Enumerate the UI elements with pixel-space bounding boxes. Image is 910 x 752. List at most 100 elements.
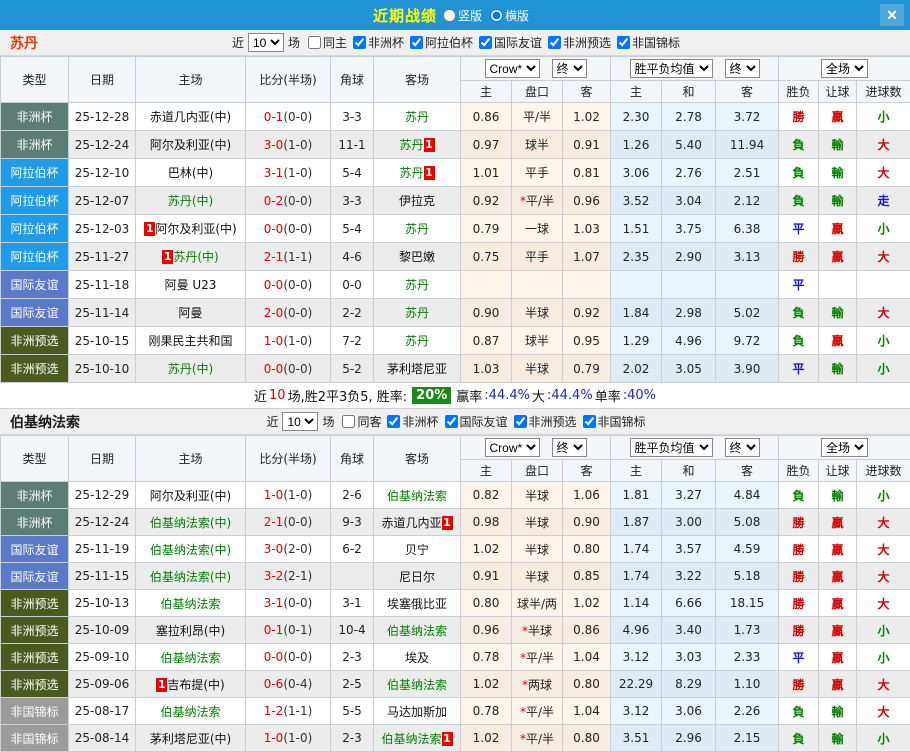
layout-radio-horizontal[interactable] <box>490 9 503 22</box>
match-count-select[interactable]: 10 <box>248 33 284 52</box>
fulltime-score: 3-2 <box>264 569 284 583</box>
handicap-result-cell: 贏 <box>819 215 857 243</box>
match-type-cell: 国际友谊 <box>1 536 69 563</box>
date-cell: 25-12-28 <box>69 103 136 131</box>
score-cell: 1-0(1-0) <box>246 725 331 752</box>
handicap-cell: 半球 <box>512 299 563 327</box>
filter-checkbox[interactable] <box>387 415 400 428</box>
avg-win-cell: 1.51 <box>611 215 662 243</box>
filter-checkbox[interactable] <box>410 36 423 49</box>
column-header: 日期 <box>69 436 136 482</box>
away-team-cell: 埃塞俄比亚 <box>374 590 461 617</box>
match-type-cell: 非洲预选 <box>1 355 69 383</box>
table-row: 非国锦标25-08-17伯基纳法索1-2(1-1)5-5马达加斯加0.78*平/… <box>1 698 910 725</box>
handicap-result-cell: 輸 <box>819 725 857 752</box>
score-cell: 0-0(0-0) <box>246 355 331 383</box>
fulltime-score: 0-6 <box>264 677 284 691</box>
away-odds-cell: 0.79 <box>563 355 611 383</box>
corner-cell: 5-4 <box>331 215 374 243</box>
fulltime-score: 3-0 <box>264 138 284 152</box>
filter-checkbox[interactable] <box>445 415 458 428</box>
halftime-score: (0-0) <box>283 515 312 529</box>
team-name-text: 苏丹 <box>405 222 429 236</box>
filter-checkbox[interactable] <box>342 415 355 428</box>
away-team-cell: 苏丹 <box>374 103 461 131</box>
wdl-result-cell: 勝 <box>779 103 819 131</box>
column-header: 比分(半场) <box>246 57 331 103</box>
wdl-average-select[interactable]: 胜平负均值 <box>630 438 713 457</box>
filter-checkbox-label[interactable]: 非洲预选 <box>563 34 611 51</box>
avg-draw-cell: 4.96 <box>662 327 716 355</box>
close-icon[interactable]: ✕ <box>880 4 904 26</box>
handicap-result-cell <box>819 271 857 299</box>
final-odds-select[interactable]: 终 <box>552 438 587 457</box>
avg-draw-cell: 3.40 <box>662 617 716 644</box>
goals-result-cell: 小 <box>857 482 910 509</box>
handicap-cell: 球半 <box>512 327 563 355</box>
filter-checkbox-label[interactable]: 非国锦标 <box>598 413 646 430</box>
date-cell: 25-10-13 <box>69 590 136 617</box>
final-wdl-select[interactable]: 终 <box>725 59 760 78</box>
final-odds-select[interactable]: 终 <box>552 59 587 78</box>
recent-results-panel: 近期战绩 竖版 横版 ✕ 苏丹近10场同主非洲杯阿拉伯杯国际友谊非洲预选非国锦标… <box>0 0 910 752</box>
away-odds-cell: 1.02 <box>563 103 611 131</box>
wdl-result-cell: 勝 <box>779 671 819 698</box>
filter-checkbox-label[interactable]: 非洲预选 <box>529 413 577 430</box>
layout-radio-vertical[interactable] <box>443 9 456 22</box>
filter-checkbox-label[interactable]: 同客 <box>357 413 381 430</box>
filter-checkbox-label[interactable]: 非洲杯 <box>368 34 404 51</box>
handicap-cell: 半球 <box>512 536 563 563</box>
table-row: 国际友谊25-11-15伯基纳法索(中)3-2(2-1)尼日尔0.91半球0.8… <box>1 563 910 590</box>
avg-lose-cell: 2.15 <box>716 725 779 752</box>
layout-radio-horizontal-label[interactable]: 横版 <box>505 7 529 24</box>
filter-checkbox[interactable] <box>514 415 527 428</box>
avg-draw-cell: 8.29 <box>662 671 716 698</box>
bookmaker-select[interactable]: Crow* <box>485 59 540 78</box>
team-name-text: 阿曼 <box>178 306 202 320</box>
filter-checkbox[interactable] <box>308 36 321 49</box>
fulltime-score: 0-0 <box>264 222 284 236</box>
away-team-cell: 马达加斯加 <box>374 698 461 725</box>
filter-checkbox[interactable] <box>583 415 596 428</box>
away-team-cell: 赤道几内亚1 <box>374 509 461 536</box>
avg-lose-cell: 2.26 <box>716 698 779 725</box>
goals-result-cell: 小 <box>857 355 910 383</box>
filter-checkbox[interactable] <box>548 36 561 49</box>
away-odds-cell: 1.02 <box>563 590 611 617</box>
avg-draw-cell: 3.04 <box>662 187 716 215</box>
avg-draw-cell: 3.22 <box>662 563 716 590</box>
corner-cell: 6-2 <box>331 536 374 563</box>
filter-checkbox[interactable] <box>353 36 366 49</box>
filter-checkbox[interactable] <box>479 36 492 49</box>
home-team-cell: 伯基纳法索 <box>136 644 246 671</box>
avg-lose-cell: 2.51 <box>716 159 779 187</box>
goals-result-cell: 大 <box>857 159 910 187</box>
filter-checkbox-label[interactable]: 非洲杯 <box>402 413 438 430</box>
away-odds-cell: 0.96 <box>563 187 611 215</box>
away-odds-cell: 1.04 <box>563 698 611 725</box>
filter-checkbox-label[interactable]: 国际友谊 <box>494 34 542 51</box>
layout-radio-vertical-label[interactable]: 竖版 <box>458 7 482 24</box>
halftime-score: (0-1) <box>283 623 312 637</box>
filter-checkbox-label[interactable]: 阿拉伯杯 <box>425 34 473 51</box>
filter-checkbox[interactable] <box>617 36 630 49</box>
halftime-score: (0-4) <box>283 677 312 691</box>
wdl-average-select[interactable]: 胜平负均值 <box>630 59 713 78</box>
match-count-select[interactable]: 10 <box>282 412 318 431</box>
bookmaker-select[interactable]: Crow* <box>485 438 540 457</box>
filter-checkbox-label[interactable]: 国际友谊 <box>460 413 508 430</box>
sub-column-header: 主 <box>611 81 662 103</box>
avg-win-cell: 2.35 <box>611 243 662 271</box>
filter-controls: 近10场同主非洲杯阿拉伯杯国际友谊非洲预选非国锦标 <box>0 33 910 52</box>
final-wdl-select[interactable]: 终 <box>725 438 760 457</box>
home-odds-cell: 0.90 <box>461 299 512 327</box>
match-type-cell: 非洲预选 <box>1 327 69 355</box>
scope-select[interactable]: 全场 <box>821 59 868 78</box>
column-header: 类型 <box>1 436 69 482</box>
away-odds-cell: 0.80 <box>563 536 611 563</box>
score-cell: 1-0(1-0) <box>246 327 331 355</box>
filter-checkbox-label[interactable]: 同主 <box>323 34 347 51</box>
scope-select[interactable]: 全场 <box>821 438 868 457</box>
match-type-cell: 非洲杯 <box>1 482 69 509</box>
filter-checkbox-label[interactable]: 非国锦标 <box>632 34 680 51</box>
